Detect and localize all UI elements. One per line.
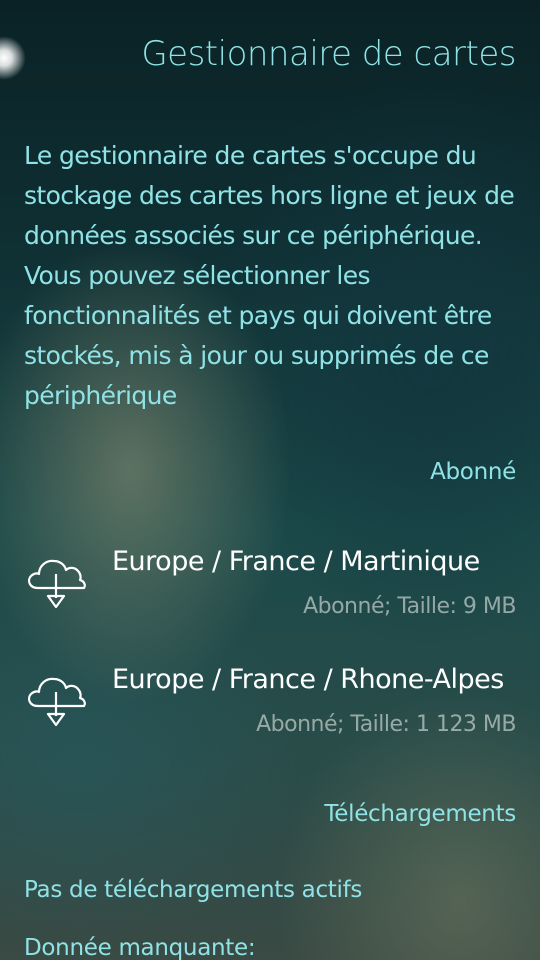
list-item-rhone-alpes[interactable]: Europe / France / Rhone-Alpes Abonné; Ta… <box>0 664 540 764</box>
list-item-martinique[interactable]: Europe / France / Martinique Abonné; Tai… <box>0 546 540 646</box>
list-item-status: Abonné; Taille: 1 123 MB <box>256 712 516 737</box>
section-header-subscribed: Abonné <box>430 459 516 485</box>
page-title: Gestionnaire de cartes <box>141 34 516 74</box>
downloads-status: Pas de téléchargements actifs <box>24 877 363 903</box>
section-header-downloads: Téléchargements <box>324 801 516 827</box>
list-item-title: Europe / France / Martinique <box>112 546 480 577</box>
list-item-title: Europe / France / Rhone-Alpes <box>112 664 504 695</box>
pulley-menu-indicator[interactable] <box>0 36 26 80</box>
cloud-download-icon <box>27 559 86 608</box>
list-item-status: Abonné; Taille: 9 MB <box>303 594 516 619</box>
map-manager-page: Gestionnaire de cartes Le gestionnaire d… <box>0 0 540 960</box>
cloud-download-icon <box>27 677 86 726</box>
missing-data-label: Donnée manquante: <box>24 935 256 960</box>
page-description: Le gestionnaire de cartes s'occupe du st… <box>24 141 515 410</box>
